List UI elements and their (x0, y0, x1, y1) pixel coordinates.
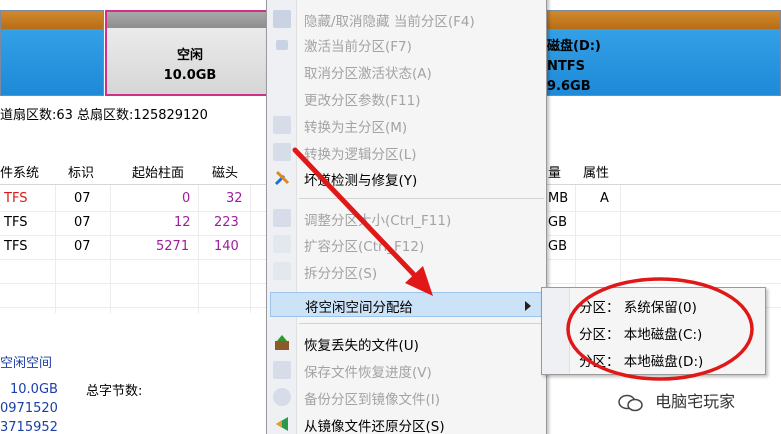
details-title: 空闲空间 (0, 356, 53, 371)
col-capacity[interactable]: 量 (548, 163, 561, 185)
partition-block-d[interactable]: 磁盘(D:) NTFS 9.6GB (540, 10, 781, 96)
row2-id: 07 (74, 215, 91, 230)
menu-separator (299, 323, 544, 324)
split-icon (273, 262, 291, 280)
row1-cyl: 0 (182, 191, 191, 206)
menu-item-split[interactable]: 拆分分区(S) (267, 259, 546, 284)
menu-item-restore-image[interactable]: 从镜像文件还原分区(S) (267, 412, 546, 434)
partition-block-c[interactable] (0, 10, 104, 96)
row1-fs: TFS (4, 191, 28, 206)
menu-item-recover-files[interactable]: 恢复丢失的文件(U) (267, 331, 546, 356)
save-icon (273, 361, 291, 379)
row1-head: 32 (226, 191, 243, 206)
col-divider (55, 163, 56, 313)
menu-item-label: 坏道检测与修复(Y) (304, 173, 418, 189)
menu-item-backup-image[interactable]: 备份分区到镜像文件(I) (267, 385, 546, 410)
menu-item-save-progress[interactable]: 保存文件恢复进度(V) (267, 358, 546, 383)
menu-item-label: 激活当前分区(F7) (304, 39, 412, 55)
col-divider (198, 163, 199, 313)
details-v2: 3715952 (0, 420, 58, 434)
tools-icon (273, 169, 291, 187)
submenu-arrow-icon (525, 301, 531, 311)
menu-item-change-params[interactable]: 更改分区参数(F11) (267, 86, 546, 111)
col-id[interactable]: 标识 (68, 163, 94, 185)
menu-item-activate[interactable]: 激活当前分区(F7) (267, 32, 546, 57)
activate-icon (276, 40, 288, 50)
menu-item-to-primary[interactable]: 转换为主分区(M) (267, 113, 546, 138)
total-bytes-label: 总字节数: (86, 384, 143, 399)
submenu-item-system-reserved[interactable]: 分区： 系统保留(0) (579, 296, 697, 316)
free-size: 10.0GB (163, 68, 217, 83)
row2-head: 223 (214, 215, 239, 230)
menu-item-label: 隐藏/取消隐藏 当前分区(F4) (304, 14, 475, 30)
menu-item-label: 取消分区激活状态(A) (304, 66, 432, 82)
logical-icon (273, 143, 291, 161)
row1-attr: A (600, 191, 609, 206)
menu-item-label: 恢复丢失的文件(U) (304, 338, 419, 354)
partition-block-free[interactable]: 空闲 10.0GB (105, 10, 275, 96)
wechat-icon (618, 394, 643, 411)
disk-geometry-info: 道扇区数:63 总扇区数:125829120 (0, 108, 208, 123)
menu-item-allocate-free-space[interactable]: 将空闲空间分配给 (270, 292, 544, 317)
submenu-gutter (542, 288, 570, 374)
menu-item-label: 拆分分区(S) (304, 266, 378, 282)
details-v1: 0971520 (0, 401, 58, 416)
row2-fs: TFS (4, 215, 28, 230)
col-start-cylinder[interactable]: 起始柱面 (132, 163, 184, 185)
menu-item-label: 转换为逻辑分区(L) (304, 147, 417, 163)
menu-item-to-logical[interactable]: 转换为逻辑分区(L) (267, 140, 546, 165)
menu-item-label: 扩容分区(Ctrl_F12) (304, 239, 425, 255)
recover-icon (273, 334, 291, 352)
d-fs: NTFS (547, 59, 585, 74)
menu-item-label: 更改分区参数(F11) (304, 93, 421, 109)
row3-cap: GB (548, 239, 567, 254)
col-head[interactable]: 磁头 (212, 163, 238, 185)
row3-head: 140 (214, 239, 239, 254)
d-label: 磁盘(D:) (547, 39, 601, 54)
menu-separator (299, 198, 544, 199)
menu-item-label: 将空闲空间分配给 (305, 300, 413, 316)
resize-icon (273, 209, 291, 227)
primary-icon (273, 116, 291, 134)
col-attr[interactable]: 属性 (583, 163, 609, 185)
row1-id: 07 (74, 191, 91, 206)
col-filesystem[interactable]: 件系统 (0, 163, 39, 185)
row2-cap: GB (548, 215, 567, 230)
extend-icon (273, 235, 291, 253)
backup-icon (273, 388, 291, 406)
menu-item-extend[interactable]: 扩容分区(Ctrl_F12) (267, 232, 546, 257)
row2-cyl: 12 (174, 215, 191, 230)
free-label: 空闲 (176, 48, 203, 63)
menu-item-label: 备份分区到镜像文件(I) (304, 392, 441, 408)
menu-item-hide-partition[interactable]: 隐藏/取消隐藏 当前分区(F4) (267, 7, 546, 32)
menu-item-label: 转换为主分区(M) (304, 120, 408, 136)
details-size: 10.0GB (10, 382, 58, 397)
menu-item-resize[interactable]: 调整分区大小(Ctrl_F11) (267, 206, 546, 231)
allocate-submenu: 分区： 系统保留(0) 分区： 本地磁盘(C:) 分区： 本地磁盘(D:) (541, 287, 766, 375)
context-menu: 隐藏/取消隐藏 当前分区(F4) 激活当前分区(F7) 取消分区激活状态(A) … (266, 0, 547, 434)
watermark: 电脑宅玩家 (618, 388, 735, 412)
col-divider (250, 163, 251, 313)
details-values: 10.0GB 0971520 3715952 (0, 380, 58, 434)
menu-item-label: 保存文件恢复进度(V) (304, 365, 432, 381)
col-divider (110, 163, 111, 313)
menu-item-label: 从镜像文件还原分区(S) (304, 419, 445, 434)
d-size: 9.6GB (547, 79, 591, 94)
menu-item-label: 调整分区大小(Ctrl_F11) (304, 213, 452, 229)
menu-item-bad-sector[interactable]: 坏道检测与修复(Y) (267, 166, 546, 191)
watermark-text: 电脑宅玩家 (655, 392, 736, 411)
submenu-item-disk-d[interactable]: 分区： 本地磁盘(D:) (579, 350, 703, 370)
menu-item-deactivate[interactable]: 取消分区激活状态(A) (267, 59, 546, 84)
row1-cap: MB (548, 191, 569, 206)
submenu-item-disk-c[interactable]: 分区： 本地磁盘(C:) (579, 323, 702, 343)
restore-icon (273, 415, 291, 433)
row3-cyl: 5271 (156, 239, 190, 254)
row3-fs: TFS (4, 239, 28, 254)
hide-icon (273, 10, 291, 28)
row3-id: 07 (74, 239, 91, 254)
